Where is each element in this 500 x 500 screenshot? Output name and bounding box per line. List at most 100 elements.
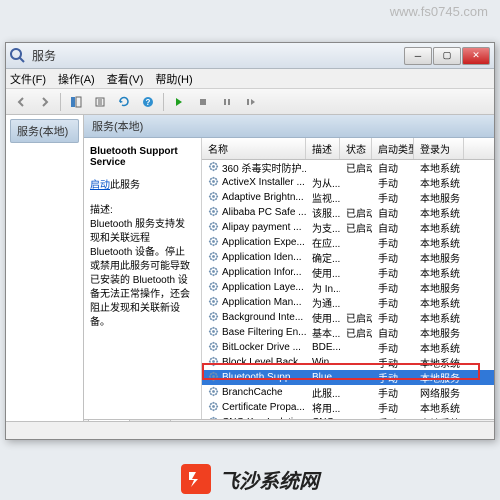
footer-brand-text: 飞沙系统网 [219,465,319,494]
service-row[interactable]: Bluetooth Supp...Blue...手动本地服务 [202,370,494,385]
content-area: 服务(本地) 服务(本地) Bluetooth Support Service … [6,115,494,439]
service-logon-cell: 本地服务 [414,190,464,205]
service-startup-cell: 手动 [372,400,414,415]
service-name-cell: Application Infor... [222,267,302,278]
status-bar [6,421,494,439]
gear-icon [208,206,219,220]
service-desc-cell: Win... [306,357,340,368]
service-logon-cell: 本地系统 [414,340,464,355]
footer-logo-icon [181,464,211,494]
service-desc-cell: 使用... [306,310,340,325]
tree-root-item[interactable]: 服务(本地) [10,119,79,143]
forward-button[interactable] [34,92,56,112]
column-name[interactable]: 名称 [202,138,306,159]
service-name-cell: Adaptive Brightn... [222,192,304,203]
service-row[interactable]: Alipay payment ...为支...已启动自动本地系统 [202,220,494,235]
service-startup-cell: 手动 [372,280,414,295]
service-row[interactable]: ActiveX Installer ...为从...手动本地系统 [202,175,494,190]
service-row[interactable]: Application Infor...使用...手动本地系统 [202,265,494,280]
gear-icon [208,386,219,400]
service-startup-cell: 手动 [372,310,414,325]
export-button[interactable] [89,92,111,112]
maximize-button[interactable]: ▢ [433,47,461,65]
stop-service-button[interactable] [192,92,214,112]
service-desc-cell: 使用... [306,265,340,280]
service-desc-cell: BDE... [306,342,340,353]
service-row[interactable]: Block Level Back...Win...手动本地系统 [202,355,494,370]
service-desc-cell: 将用... [306,400,340,415]
service-row[interactable]: Application Expe...在应...手动本地系统 [202,235,494,250]
service-startup-cell: 手动 [372,370,414,385]
service-desc-cell: Blue... [306,372,340,383]
gear-icon [208,341,219,355]
gear-icon [208,296,219,310]
service-row[interactable]: CNG Key IsolationCNG...手动本地系统 [202,415,494,419]
detail-panel: Bluetooth Support Service 启动此服务 描述: Blue… [84,138,202,419]
menu-view[interactable]: 查看(V) [107,71,144,87]
service-startup-cell: 手动 [372,415,414,419]
gear-icon [208,221,219,235]
gear-icon [208,191,219,205]
menu-help[interactable]: 帮助(H) [155,71,192,87]
service-name-cell: Certificate Propa... [222,402,305,413]
service-startup-cell: 手动 [372,250,414,265]
list-header: 名称 描述 状态 启动类型 登录为 [202,138,494,160]
services-window: 服务 ─ ▢ ✕ 文件(F) 操作(A) 查看(V) 帮助(H) ? 服务(本地… [5,42,495,440]
main-body: Bluetooth Support Service 启动此服务 描述: Blue… [84,138,494,419]
service-desc-cell: CNG... [306,417,340,419]
service-name-cell: Application Man... [222,297,302,308]
column-logon[interactable]: 登录为 [414,138,464,159]
services-list[interactable]: 名称 描述 状态 启动类型 登录为 360 杀毒实时防护...已启动自动本地系统… [202,138,494,419]
start-service-button[interactable] [168,92,190,112]
column-startup[interactable]: 启动类型 [372,138,414,159]
service-status-cell: 已启动 [340,160,372,175]
service-logon-cell: 本地服务 [414,370,464,385]
watermark-url: www.fs0745.com [390,4,488,19]
service-row[interactable]: Certificate Propa...将用... 手动本地系统 [202,400,494,415]
service-row[interactable]: Application Laye...为 In...手动本地服务 [202,280,494,295]
service-logon-cell: 本地系统 [414,400,464,415]
restart-service-button[interactable] [240,92,262,112]
column-description[interactable]: 描述 [306,138,340,159]
service-logon-cell: 本地服务 [414,250,464,265]
page-footer: 飞沙系统网 [0,464,500,494]
service-desc-cell: 为 In... [306,280,340,295]
show-hide-button[interactable] [65,92,87,112]
back-button[interactable] [10,92,32,112]
service-logon-cell: 本地系统 [414,295,464,310]
service-name-cell: Alibaba PC Safe ... [222,207,306,218]
service-startup-cell: 手动 [372,235,414,250]
service-row[interactable]: Application Man...为通...手动本地系统 [202,295,494,310]
gear-icon [208,161,219,175]
service-startup-cell: 手动 [372,385,414,400]
service-row[interactable]: BranchCache此服...手动网络服务 [202,385,494,400]
toolbar: ? [6,89,494,115]
menu-action[interactable]: 操作(A) [58,71,95,87]
service-logon-cell: 本地系统 [414,235,464,250]
service-row[interactable]: 360 杀毒实时防护...已启动自动本地系统 [202,160,494,175]
service-status-cell: 已启动 [340,325,372,340]
service-startup-cell: 自动 [372,205,414,220]
minimize-button[interactable]: ─ [404,47,432,65]
list-rows: 360 杀毒实时防护...已启动自动本地系统ActiveX Installer … [202,160,494,419]
service-startup-cell: 手动 [372,295,414,310]
column-status[interactable]: 状态 [340,138,372,159]
service-row[interactable]: Background Inte...使用...已启动手动本地系统 [202,310,494,325]
help-button[interactable]: ? [137,92,159,112]
menu-file[interactable]: 文件(F) [10,71,46,87]
service-startup-cell: 手动 [372,265,414,280]
service-row[interactable]: Application Iden...确定...手动本地服务 [202,250,494,265]
close-button[interactable]: ✕ [462,47,490,65]
service-row[interactable]: Base Filtering En...基本...已启动自动本地服务 [202,325,494,340]
window-title: 服务 [32,47,404,64]
gear-icon [208,236,219,250]
svg-text:?: ? [146,98,151,107]
start-service-link[interactable]: 启动 [90,180,110,191]
service-row[interactable]: BitLocker Drive ...BDE...手动本地系统 [202,340,494,355]
service-row[interactable]: Adaptive Brightn...监视...手动本地服务 [202,190,494,205]
gear-icon [208,176,219,190]
service-row[interactable]: Alibaba PC Safe ...该服...已启动自动本地系统 [202,205,494,220]
refresh-button[interactable] [113,92,135,112]
pause-service-button[interactable] [216,92,238,112]
toolbar-separator [163,93,164,111]
